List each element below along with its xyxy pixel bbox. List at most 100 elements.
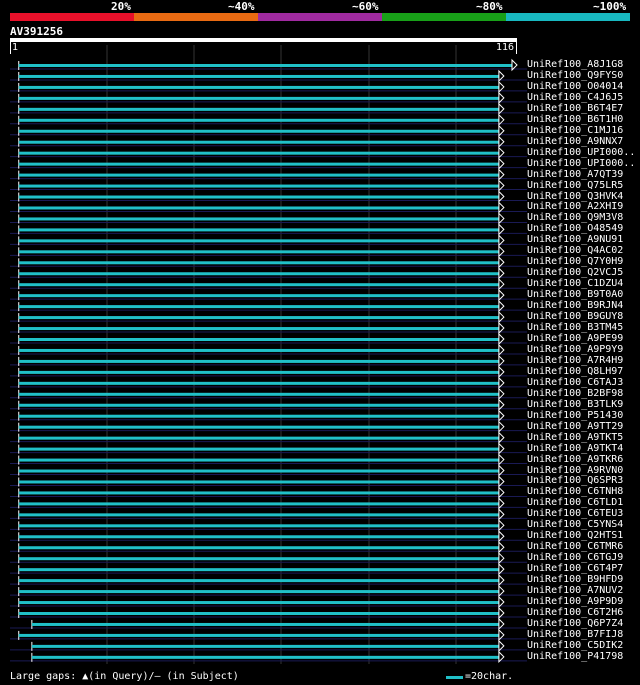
hit-bar — [18, 327, 499, 331]
hit-bar — [18, 129, 499, 133]
hit-bar — [18, 348, 499, 352]
hit-bar — [18, 206, 499, 210]
scale-legend-text: =20char. — [465, 671, 514, 682]
hit-bar — [18, 162, 499, 166]
hit-label[interactable]: UniRef100_C6TLD1 — [527, 497, 623, 508]
hit-label[interactable]: UniRef100_A9RVN0 — [527, 465, 623, 476]
hit-label[interactable]: UniRef100_C5YNS4 — [527, 519, 623, 530]
legend-label: ~80% — [476, 0, 503, 13]
hit-bar — [18, 239, 499, 243]
hit-bar — [18, 173, 499, 177]
hit-bar — [18, 64, 512, 67]
hit-bar — [18, 381, 499, 385]
hit-label[interactable]: UniRef100_A9NNX7 — [527, 136, 623, 147]
hit-label[interactable]: UniRef100_A7R4H9 — [527, 355, 623, 366]
hit-bar — [18, 283, 499, 287]
hit-bar — [18, 480, 499, 484]
hit-bar — [18, 316, 499, 320]
hit-bar — [18, 107, 499, 111]
hit-label[interactable]: UniRef100_A9TT29 — [527, 421, 623, 432]
legend-label: ~100% — [593, 0, 627, 13]
hit-label[interactable]: UniRef100_A9TKT5 — [527, 432, 623, 443]
hit-label[interactable]: UniRef100_Q4AC02 — [527, 245, 623, 256]
hit-bar — [18, 85, 499, 89]
hit-label[interactable]: UniRef100_A7QT39 — [527, 169, 623, 180]
hit-label[interactable]: UniRef100_Q6SPR3 — [527, 475, 623, 486]
hit-bar — [18, 546, 499, 550]
hit-label[interactable]: UniRef100_Q8LH97 — [527, 366, 623, 377]
hit-label[interactable]: UniRef100_B3TM45 — [527, 322, 623, 333]
hit-label[interactable]: UniRef100_C5DIK2 — [527, 640, 623, 651]
hit-label[interactable]: UniRef100_C1MJ16 — [527, 125, 623, 136]
hit-label[interactable]: UniRef100_B9GUY8 — [527, 311, 623, 322]
hit-bar — [31, 644, 499, 648]
scale-legend-bar — [446, 676, 463, 679]
hit-label[interactable]: UniRef100_B7FIJ8 — [527, 629, 623, 640]
hit-bar — [18, 359, 499, 363]
hit-bar — [18, 436, 499, 440]
hit-label[interactable]: UniRef100_B6T4E7 — [527, 103, 623, 114]
hit-label[interactable]: UniRef100_P41798 — [527, 651, 623, 662]
hit-bar — [18, 590, 499, 594]
hit-label[interactable]: UniRef100_Q2HTS1 — [527, 530, 623, 541]
hit-label[interactable]: UniRef100_Q3HVK4 — [527, 191, 623, 202]
hit-label[interactable]: UniRef100_C1DZU4 — [527, 278, 623, 289]
hit-bar — [31, 655, 499, 659]
hit-bar — [18, 261, 499, 265]
hit-bar — [18, 272, 499, 276]
hit-label[interactable]: UniRef100_A9PE99 — [527, 333, 623, 344]
hit-bar — [18, 195, 499, 199]
hit-label[interactable]: UniRef100_Q6P7Z4 — [527, 618, 623, 629]
hit-bar — [18, 294, 499, 298]
hit-bar — [18, 151, 499, 155]
hit-label[interactable]: UniRef100_C6TNH8 — [527, 486, 623, 497]
hit-bar — [18, 535, 499, 539]
hit-label[interactable]: UniRef100_UPI000.. — [527, 147, 635, 158]
hit-bar — [18, 140, 499, 144]
hit-bar — [18, 392, 499, 396]
hit-label[interactable]: UniRef100_B2BF98 — [527, 388, 623, 399]
hit-label[interactable]: UniRef100_B3TLK9 — [527, 399, 623, 410]
hit-label[interactable]: UniRef100_A9TKT4 — [527, 443, 623, 454]
hit-label[interactable]: UniRef100_B9T0A0 — [527, 289, 623, 300]
hit-label[interactable]: UniRef100_UPI000.. — [527, 158, 635, 169]
hit-bar — [18, 612, 499, 615]
hit-label[interactable]: UniRef100_O04014 — [527, 81, 623, 92]
hit-label[interactable]: UniRef100_B6T1H0 — [527, 114, 623, 125]
hit-bar — [18, 338, 499, 341]
hit-bar — [18, 370, 499, 374]
hit-bar — [18, 228, 499, 232]
hit-bar — [18, 601, 499, 605]
hit-label[interactable]: UniRef100_A8J1G8 — [527, 59, 623, 70]
hit-label[interactable]: UniRef100_B9HFD9 — [527, 574, 623, 585]
hit-bar — [18, 96, 499, 100]
hit-bar — [18, 633, 499, 637]
hit-label[interactable]: UniRef100_Q9M3V8 — [527, 212, 623, 223]
hit-label[interactable]: UniRef100_Q75LR5 — [527, 180, 623, 191]
hit-label[interactable]: UniRef100_B9RJN4 — [527, 300, 623, 311]
hit-label[interactable]: UniRef100_A9TKR6 — [527, 454, 623, 465]
hit-bar — [18, 414, 499, 418]
hit-label[interactable]: UniRef100_O48549 — [527, 223, 623, 234]
hit-label[interactable]: UniRef100_A9P9D9 — [527, 596, 623, 607]
hit-label[interactable]: UniRef100_Q2VCJ5 — [527, 267, 623, 278]
hit-label[interactable]: UniRef100_A7NUV2 — [527, 585, 623, 596]
hit-label[interactable]: UniRef100_C6TAJ3 — [527, 377, 623, 388]
hit-label[interactable]: UniRef100_Q9FYS0 — [527, 70, 623, 81]
hit-label[interactable]: UniRef100_C4J6J5 — [527, 92, 623, 103]
hit-label[interactable]: UniRef100_A2XHI9 — [527, 201, 623, 212]
hit-bar — [18, 305, 499, 309]
hit-label[interactable]: UniRef100_A9NU91 — [527, 234, 623, 245]
hit-bar — [18, 217, 499, 221]
hit-label[interactable]: UniRef100_C6TEU3 — [527, 508, 623, 519]
hit-label[interactable]: UniRef100_C6TMR6 — [527, 541, 623, 552]
hit-label[interactable]: UniRef100_C6T4P7 — [527, 563, 623, 574]
hit-label[interactable]: UniRef100_Q7Y0H9 — [527, 256, 623, 267]
hit-label[interactable]: UniRef100_A9P9Y9 — [527, 344, 623, 355]
hit-label[interactable]: UniRef100_C6T2H6 — [527, 607, 623, 618]
hit-bar — [18, 458, 499, 462]
hit-label[interactable]: UniRef100_P51430 — [527, 410, 623, 421]
hit-bar — [18, 74, 499, 78]
hit-label[interactable]: UniRef100_C6TGJ9 — [527, 552, 623, 563]
hit-bar — [18, 403, 499, 407]
